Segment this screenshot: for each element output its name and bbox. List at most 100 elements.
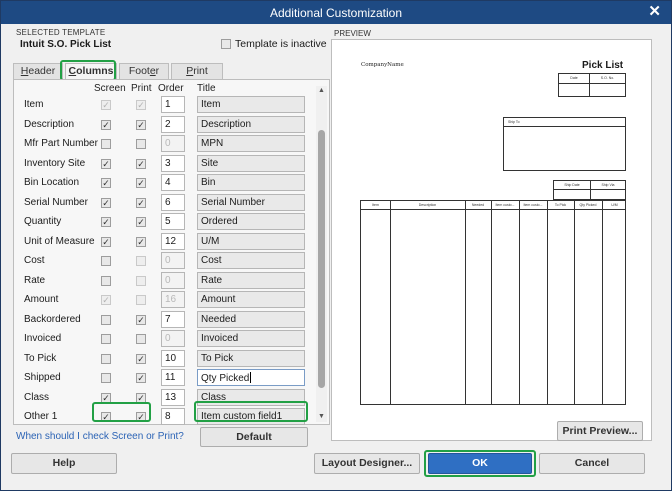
preview-table-divider: [547, 201, 548, 404]
screen-checkbox[interactable]: [101, 275, 111, 286]
template-inactive-checkbox[interactable]: [221, 39, 231, 49]
screen-checkbox[interactable]: [101, 334, 111, 344]
print-checkbox[interactable]: ✓: [136, 314, 146, 325]
print-checkbox[interactable]: ✓: [136, 392, 146, 403]
screen-checkbox[interactable]: ✓: [101, 392, 111, 403]
preview-ship-via-label: Ship Via: [601, 183, 615, 187]
order-field[interactable]: 0: [161, 252, 185, 269]
screen-checkbox[interactable]: ✓: [101, 217, 111, 227]
screen-checkbox[interactable]: ✓: [101, 119, 111, 130]
print-checkbox: [136, 295, 146, 305]
screen-checkbox[interactable]: [101, 139, 111, 149]
print-checkbox[interactable]: ✓: [136, 119, 146, 130]
scroll-thumb[interactable]: [318, 130, 325, 388]
order-field[interactable]: 7: [161, 310, 185, 328]
title-field[interactable]: U/M: [197, 232, 305, 250]
column-row-label: Bin Location: [24, 177, 80, 188]
print-checkbox[interactable]: ✓: [136, 373, 146, 383]
preview-ship-box: Ship Date Ship Via: [553, 180, 626, 200]
order-field[interactable]: 10: [161, 349, 185, 367]
order-field[interactable]: 16: [161, 291, 185, 308]
preview-ship-date-label: Ship Date: [564, 183, 580, 187]
preview-table-divider: [519, 201, 520, 404]
order-field[interactable]: 11: [161, 369, 185, 386]
title-field[interactable]: Bin: [197, 174, 305, 191]
title-field[interactable]: Description: [197, 115, 305, 133]
cancel-button[interactable]: Cancel: [539, 453, 645, 474]
order-field[interactable]: 4: [161, 174, 185, 191]
column-row: Quantity ✓ ✓ 5 Ordered: [14, 213, 314, 231]
other1-checkbox-highlight: [92, 402, 151, 422]
screen-checkbox[interactable]: ✓: [101, 236, 111, 247]
print-checkbox[interactable]: [136, 139, 146, 149]
columns-scrollbar[interactable]: ▲ ▼: [316, 86, 327, 422]
help-button[interactable]: Help: [11, 453, 117, 474]
print-checkbox[interactable]: ✓: [136, 236, 146, 247]
order-field[interactable]: 0: [161, 135, 185, 152]
title-field[interactable]: Serial Number: [197, 193, 305, 211]
layout-designer-button[interactable]: Layout Designer...: [314, 453, 420, 474]
title-field[interactable]: To Pick: [197, 349, 305, 367]
title-field[interactable]: Invoiced: [197, 330, 305, 347]
screen-checkbox[interactable]: ✓: [101, 197, 111, 208]
print-checkbox[interactable]: [136, 334, 146, 344]
title-field[interactable]: Needed: [197, 310, 305, 328]
order-field[interactable]: 0: [161, 271, 185, 289]
preview-table-header: To Pick: [554, 203, 567, 207]
title-field[interactable]: Item: [197, 96, 305, 113]
scroll-up-icon[interactable]: ▲: [316, 86, 327, 96]
title-field[interactable]: Rate: [197, 271, 305, 289]
order-field[interactable]: 12: [161, 232, 185, 250]
title-field[interactable]: Site: [197, 154, 305, 172]
columns-panel: Screen Print Order Title Item ✓ ✓ 1 Item Desc…: [13, 79, 330, 425]
order-field[interactable]: 6: [161, 193, 185, 211]
order-field[interactable]: 5: [161, 213, 185, 230]
template-inactive-toggle[interactable]: Template is inactive: [221, 38, 327, 50]
scroll-down-icon[interactable]: ▼: [316, 412, 327, 422]
screen-checkbox[interactable]: [101, 373, 111, 383]
tab-footer[interactable]: Footer: [119, 63, 169, 80]
title-field[interactable]: Qty Picked: [197, 369, 305, 386]
preview-table-divider: [602, 201, 603, 404]
tab-print[interactable]: Print: [171, 63, 223, 80]
order-field[interactable]: 0: [161, 330, 185, 347]
column-row-label: Inventory Site: [24, 157, 86, 169]
screen-checkbox[interactable]: [101, 314, 111, 325]
order-field[interactable]: 1: [161, 96, 185, 113]
screen-print-help-link[interactable]: When should I check Screen or Print?: [16, 431, 184, 442]
ok-button-highlight: [424, 450, 536, 477]
column-row-label: Invoiced: [24, 333, 62, 344]
screen-checkbox[interactable]: ✓: [101, 158, 111, 169]
print-checkbox[interactable]: ✓: [136, 178, 146, 188]
print-checkbox[interactable]: ✓: [136, 158, 146, 169]
preview-date-so-box: Date S.O. No.: [558, 73, 626, 97]
title-field[interactable]: Ordered: [197, 213, 305, 230]
title-field[interactable]: MPN: [197, 135, 305, 152]
column-row: Description ✓ ✓ 2 Description: [14, 115, 314, 134]
order-column-header: Order: [158, 83, 184, 94]
screen-checkbox[interactable]: [101, 353, 111, 364]
print-preview-button[interactable]: Print Preview...: [557, 421, 643, 441]
print-checkbox[interactable]: ✓: [136, 217, 146, 227]
screen-checkbox[interactable]: [101, 256, 111, 266]
preview-table-header: U/M: [611, 203, 618, 207]
column-row-label: Unit of Measure: [24, 235, 95, 247]
selected-template-label: SELECTED TEMPLATE: [16, 28, 106, 37]
order-field[interactable]: 8: [161, 408, 185, 425]
close-icon[interactable]: ✕: [648, 4, 661, 20]
preview-table-header: Item: [372, 203, 379, 207]
preview-table-header: Item custo...: [523, 203, 543, 207]
customization-panel: SELECTED TEMPLATE Intuit S.O. Pick List …: [9, 25, 330, 447]
title-field[interactable]: Amount: [197, 291, 305, 308]
tab-header[interactable]: Header: [13, 63, 63, 80]
default-button[interactable]: Default: [200, 427, 308, 447]
order-field[interactable]: 13: [161, 388, 185, 406]
order-field[interactable]: 2: [161, 115, 185, 133]
print-checkbox[interactable]: ✓: [136, 353, 146, 364]
column-row: Unit of Measure ✓ ✓ 12 U/M: [14, 232, 314, 251]
screen-checkbox[interactable]: ✓: [101, 178, 111, 188]
print-checkbox[interactable]: ✓: [136, 197, 146, 208]
order-field[interactable]: 3: [161, 154, 185, 172]
title-field[interactable]: Cost: [197, 252, 305, 269]
title-bar: Additional Customization ✕: [1, 1, 671, 24]
